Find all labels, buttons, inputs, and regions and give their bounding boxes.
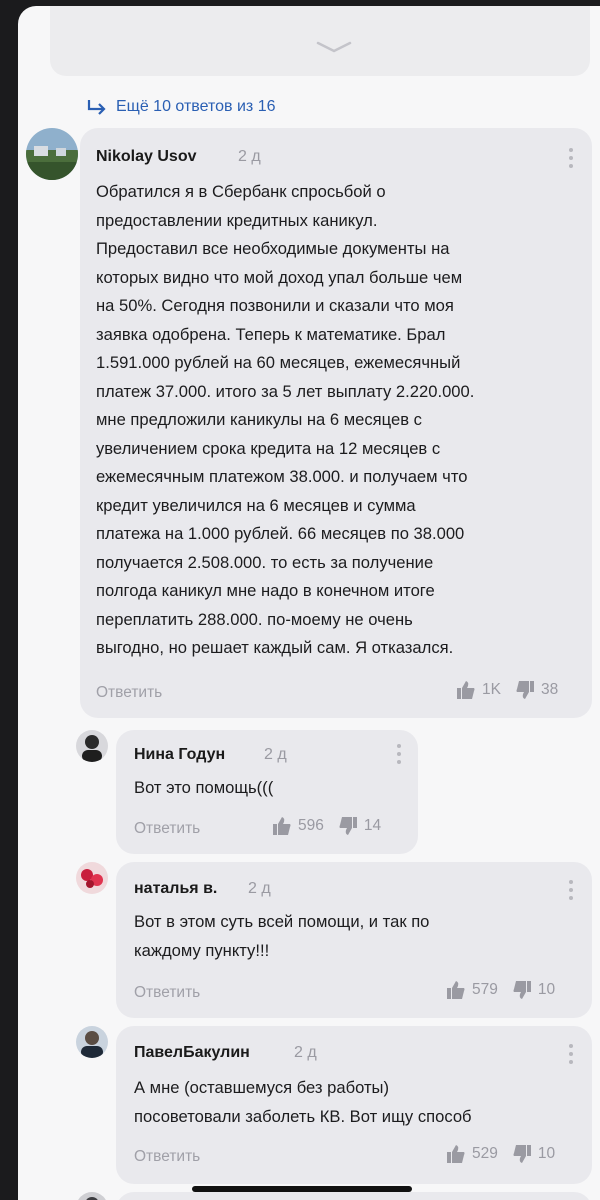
comment-line: А мне (оставшемуся без работы)	[134, 1078, 390, 1097]
previous-comment-bottom	[50, 6, 590, 76]
comment-text: Вот в этом суть всей помощи, и так по ка…	[134, 908, 574, 965]
comment-line: предоставлении кредитных каникул.	[96, 210, 378, 230]
dislike-icon[interactable]	[512, 1144, 532, 1164]
collapse-handle-icon[interactable]	[314, 40, 354, 54]
avatar[interactable]	[76, 730, 108, 762]
comment-time: 2 д	[294, 1044, 317, 1061]
comment-line: на 50%. Сегодня позвонили и сказали что …	[96, 296, 454, 315]
comment-time: 2 д	[238, 148, 261, 165]
comment-line: каждому пункту!!!	[134, 940, 270, 960]
reply-button[interactable]: Ответить	[134, 1148, 200, 1166]
more-replies-link[interactable]: Ещё 10 ответов из 16	[86, 94, 276, 120]
more-options-icon[interactable]	[568, 1042, 574, 1066]
like-count: 529	[472, 1145, 498, 1162]
like-count: 1K	[482, 681, 501, 698]
comment-line: кредит увеличился на 6 месяцев и сумма	[96, 495, 416, 515]
comment-line: которых видно что мой доход упал больше …	[96, 267, 463, 287]
comment-line: полгода каникул мне надо в конечном итог…	[96, 581, 435, 600]
dislike-count: 10	[537, 1145, 556, 1162]
comment-line: увеличением срока кредита на 12 месяцев …	[96, 438, 441, 458]
like-count: 596	[298, 817, 324, 834]
like-count: 579	[472, 981, 498, 998]
like-icon[interactable]	[272, 816, 292, 836]
comment-line: Предоставил все необходимые документы на	[96, 239, 450, 258]
vote-controls: 1K 38	[456, 680, 558, 700]
avatar[interactable]	[26, 128, 78, 180]
dislike-count: 38	[540, 681, 559, 698]
comment-text: Вот это помощь(((	[134, 774, 404, 803]
comment-line: заявка одобрена. Теперь к математике. Бр…	[96, 324, 446, 344]
comment-line: получается 2.508.000. то есть за получен…	[96, 552, 434, 572]
vote-controls: 579 10	[446, 980, 555, 1000]
more-options-icon[interactable]	[568, 878, 574, 902]
comment-time: 2 д	[248, 880, 271, 897]
comment-line: платеж 37.000. итого за 5 лет выплату 2.…	[96, 381, 475, 401]
more-options-icon[interactable]	[568, 146, 574, 170]
comment-line: ежемесячным платежом 38.000. и получаем …	[96, 467, 468, 486]
comment-line: Обратился я в Сбербанк спросьбой о	[96, 182, 386, 201]
comments-sheet: Ещё 10 ответов из 16 Nikolay Usov 2 д Об…	[18, 6, 600, 1200]
comment-line: Вот это помощь(((	[134, 778, 274, 797]
comment-text: Обратился я в Сбербанк спросьбой о предо…	[96, 178, 586, 663]
like-icon[interactable]	[456, 680, 476, 700]
comment-line: платежа на 1.000 рублей. 66 месяцев по 3…	[96, 524, 465, 543]
comment-line: выгодно, но решает каждый сам. Я отказал…	[96, 638, 454, 657]
comment-author[interactable]: Nikolay Usov	[96, 148, 196, 166]
dislike-icon[interactable]	[338, 816, 358, 836]
comment-bubble: Nikolay Usov 2 д Обратился я в Сбербанк …	[80, 128, 592, 718]
comment-author[interactable]: ПавелБакулин	[134, 1044, 250, 1062]
comment-line: мне предложили каникулы на 6 месяцев с	[96, 410, 422, 429]
dislike-icon[interactable]	[515, 680, 535, 700]
avatar[interactable]	[76, 1026, 108, 1058]
vote-controls: 529 10	[446, 1144, 555, 1164]
comment-bubble	[116, 1192, 592, 1200]
comment-bubble: наталья в. 2 д Вот в этом суть всей помо…	[116, 862, 592, 1018]
comment-author[interactable]: Нина Годун	[134, 746, 225, 764]
avatar[interactable]	[76, 862, 108, 894]
avatar[interactable]	[76, 1192, 108, 1200]
reply-button[interactable]: Ответить	[134, 820, 200, 838]
reply-button[interactable]: Ответить	[134, 984, 200, 1002]
dislike-icon[interactable]	[512, 980, 532, 1000]
comment-text: А мне (оставшемуся без работы) посоветов…	[134, 1074, 584, 1131]
like-icon[interactable]	[446, 980, 466, 1000]
vote-controls: 596 14	[272, 816, 381, 836]
more-options-icon[interactable]	[396, 742, 402, 766]
comment-line: переплатить 288.000. по-моему не очень	[96, 609, 413, 629]
like-icon[interactable]	[446, 1144, 466, 1164]
comment-bubble: Нина Годун 2 д Вот это помощь((( Ответит…	[116, 730, 418, 854]
comment-line: 1.591.000 рублей на 60 месяцев, ежемесяч…	[96, 353, 461, 372]
comment-line: посоветовали заболеть КВ. Вот ищу способ	[134, 1106, 472, 1126]
comment-bubble: ПавелБакулин 2 д А мне (оставшемуся без …	[116, 1026, 592, 1184]
dislike-count: 14	[363, 817, 382, 834]
home-indicator[interactable]	[192, 1186, 412, 1192]
comment-line: Вот в этом суть всей помощи, и так по	[134, 912, 430, 931]
reply-button[interactable]: Ответить	[96, 684, 162, 702]
more-replies-label: Ещё 10 ответов из 16	[116, 98, 276, 115]
dislike-count: 10	[537, 981, 556, 998]
reply-arrow-icon	[87, 100, 106, 115]
comment-author[interactable]: наталья в.	[134, 880, 217, 898]
comment-time: 2 д	[264, 746, 287, 763]
